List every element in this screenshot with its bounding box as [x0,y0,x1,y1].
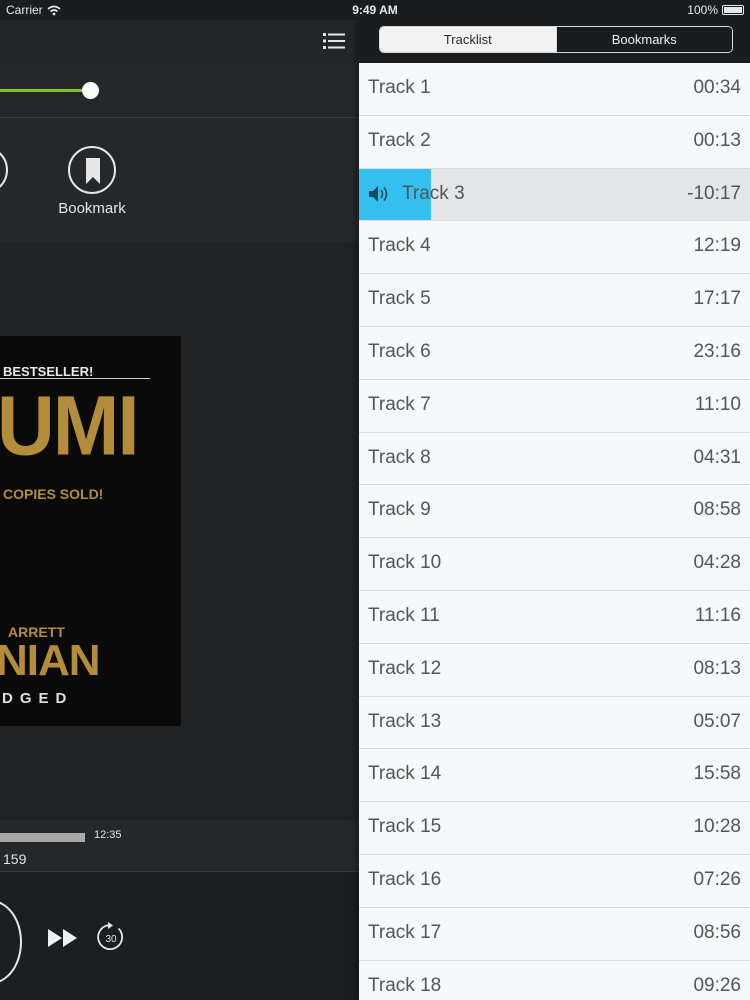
scrubber-knob[interactable] [81,82,99,99]
track-duration: 11:10 [694,393,741,415]
track-row-current[interactable]: Track 3 -10:17 [359,168,750,222]
track-duration: 07:26 [693,868,741,890]
track-name: Track 2 [368,129,431,151]
play-pause-button[interactable] [0,900,22,984]
track-name: Track 12 [368,657,442,679]
tracklist-header: Tracklist Bookmarks [359,20,750,63]
track-duration: 11:16 [694,604,741,626]
track-row[interactable]: Track 10 04:28 [359,538,750,591]
track-name: Track 18 [368,974,442,996]
track-row[interactable]: Track 8 04:31 [359,433,750,486]
track-row[interactable]: Track 16 07:26 [359,855,750,908]
cover-abridged: DGED [2,690,74,707]
track-duration: 04:28 [693,552,741,574]
bookmark-label: Bookmark [58,200,126,217]
track-row[interactable]: Track 5 17:17 [359,274,750,327]
bookmark-button[interactable]: Bookmark [52,146,132,217]
album-cover: BESTSELLER! UMI COPIES SOLD! ARRETT NIAN… [0,336,181,726]
track-duration: 10:28 [693,816,741,838]
track-duration: 17:17 [693,288,741,310]
track-name: Track 3 [402,182,465,204]
battery-percent: 100% [687,3,718,17]
player-top-bar [0,20,359,62]
track-name: Track 4 [368,235,431,257]
track-row[interactable]: Track 4 12:19 [359,221,750,275]
scrubber-fill [0,89,90,92]
track-name: Track 7 [368,393,431,415]
track-row[interactable]: Track 14 15:58 [359,749,750,803]
tracklist-segmented-control: Tracklist Bookmarks [379,26,733,53]
tracklist-menu-icon[interactable] [323,32,345,50]
track-row[interactable]: Track 15 10:28 [359,802,750,855]
timer-icon [0,146,8,194]
status-bar: Carrier 9:49 AM 100% [0,0,750,20]
track-duration: -10:17 [687,182,741,204]
player-panel: mer Bookmark BESTSELLER! UMI COPIES SOLD… [0,20,359,1000]
track-name: Track 14 [368,763,442,785]
skip-forward-30-icon[interactable]: 30 [96,922,126,952]
track-duration: 00:13 [693,129,741,151]
cover-copies-sold: COPIES SOLD! [3,486,104,502]
track-duration: 09:26 [693,974,741,996]
track-name: Track 1 [368,77,431,98]
sleep-timer-button[interactable]: mer [0,146,24,217]
bookmark-icon [68,146,116,194]
track-name: Track 13 [368,710,442,732]
track-duration: 12:19 [693,235,741,257]
player-actions: mer Bookmark [0,118,359,243]
track-name: Track 10 [368,552,442,574]
track-list: Track 1 00:34 Track 2 00:13 Track 3 -10:17 Tra… [359,63,750,1000]
cover-title: UMI [0,378,140,473]
fast-forward-icon[interactable] [47,927,79,949]
track-name: Track 11 [368,604,440,626]
track-duration: 08:56 [693,921,741,943]
status-time: 9:49 AM [352,3,398,17]
track-row[interactable]: Track 1 00:34 [359,63,750,116]
track-duration: 04:31 [693,446,741,468]
track-position: 159 [3,851,27,867]
cover-narrator: NIAN [0,636,101,685]
track-name: Track 15 [368,816,442,838]
track-duration: 08:13 [693,657,741,679]
playback-scrubber[interactable] [0,62,359,118]
track-name: Track 8 [368,446,431,468]
track-duration: 15:58 [693,763,741,785]
track-row[interactable]: Track 9 08:58 [359,485,750,539]
track-duration: 08:58 [693,499,741,521]
chapter-progress-bar[interactable] [0,833,85,842]
skip-seconds-label: 30 [105,934,117,945]
track-name: Track 9 [368,499,431,521]
track-duration: 00:34 [693,77,741,98]
track-row[interactable]: Track 11 11:16 [359,591,750,644]
battery-indicator: 100% [687,3,744,17]
track-duration: 23:16 [693,340,741,362]
track-name: Track 17 [368,921,442,943]
track-duration: 05:07 [693,710,741,732]
battery-icon [722,5,744,15]
track-row[interactable]: Track 18 09:26 [359,961,750,1000]
tracklist-panel: Tracklist Bookmarks Track 1 00:34 Track 2 0… [359,20,750,1000]
chapter-progress: 12:35 159 [0,820,359,872]
tab-tracklist[interactable]: Tracklist [380,27,556,52]
track-row[interactable]: Track 13 05:07 [359,697,750,750]
track-row[interactable]: Track 7 11:10 [359,380,750,433]
playback-controls: 30 [0,872,359,1000]
chapter-time: 12:35 [94,829,122,841]
tab-bookmarks[interactable]: Bookmarks [555,27,732,52]
track-row[interactable]: Track 2 00:13 [359,116,750,169]
track-row[interactable]: Track 6 23:16 [359,327,750,380]
track-name: Track 6 [368,340,431,362]
track-row[interactable]: Track 12 08:13 [359,644,750,697]
track-name: Track 16 [368,868,442,890]
track-name: Track 5 [368,288,431,310]
track-row[interactable]: Track 17 08:56 [359,908,750,961]
speaker-icon [369,185,388,202]
